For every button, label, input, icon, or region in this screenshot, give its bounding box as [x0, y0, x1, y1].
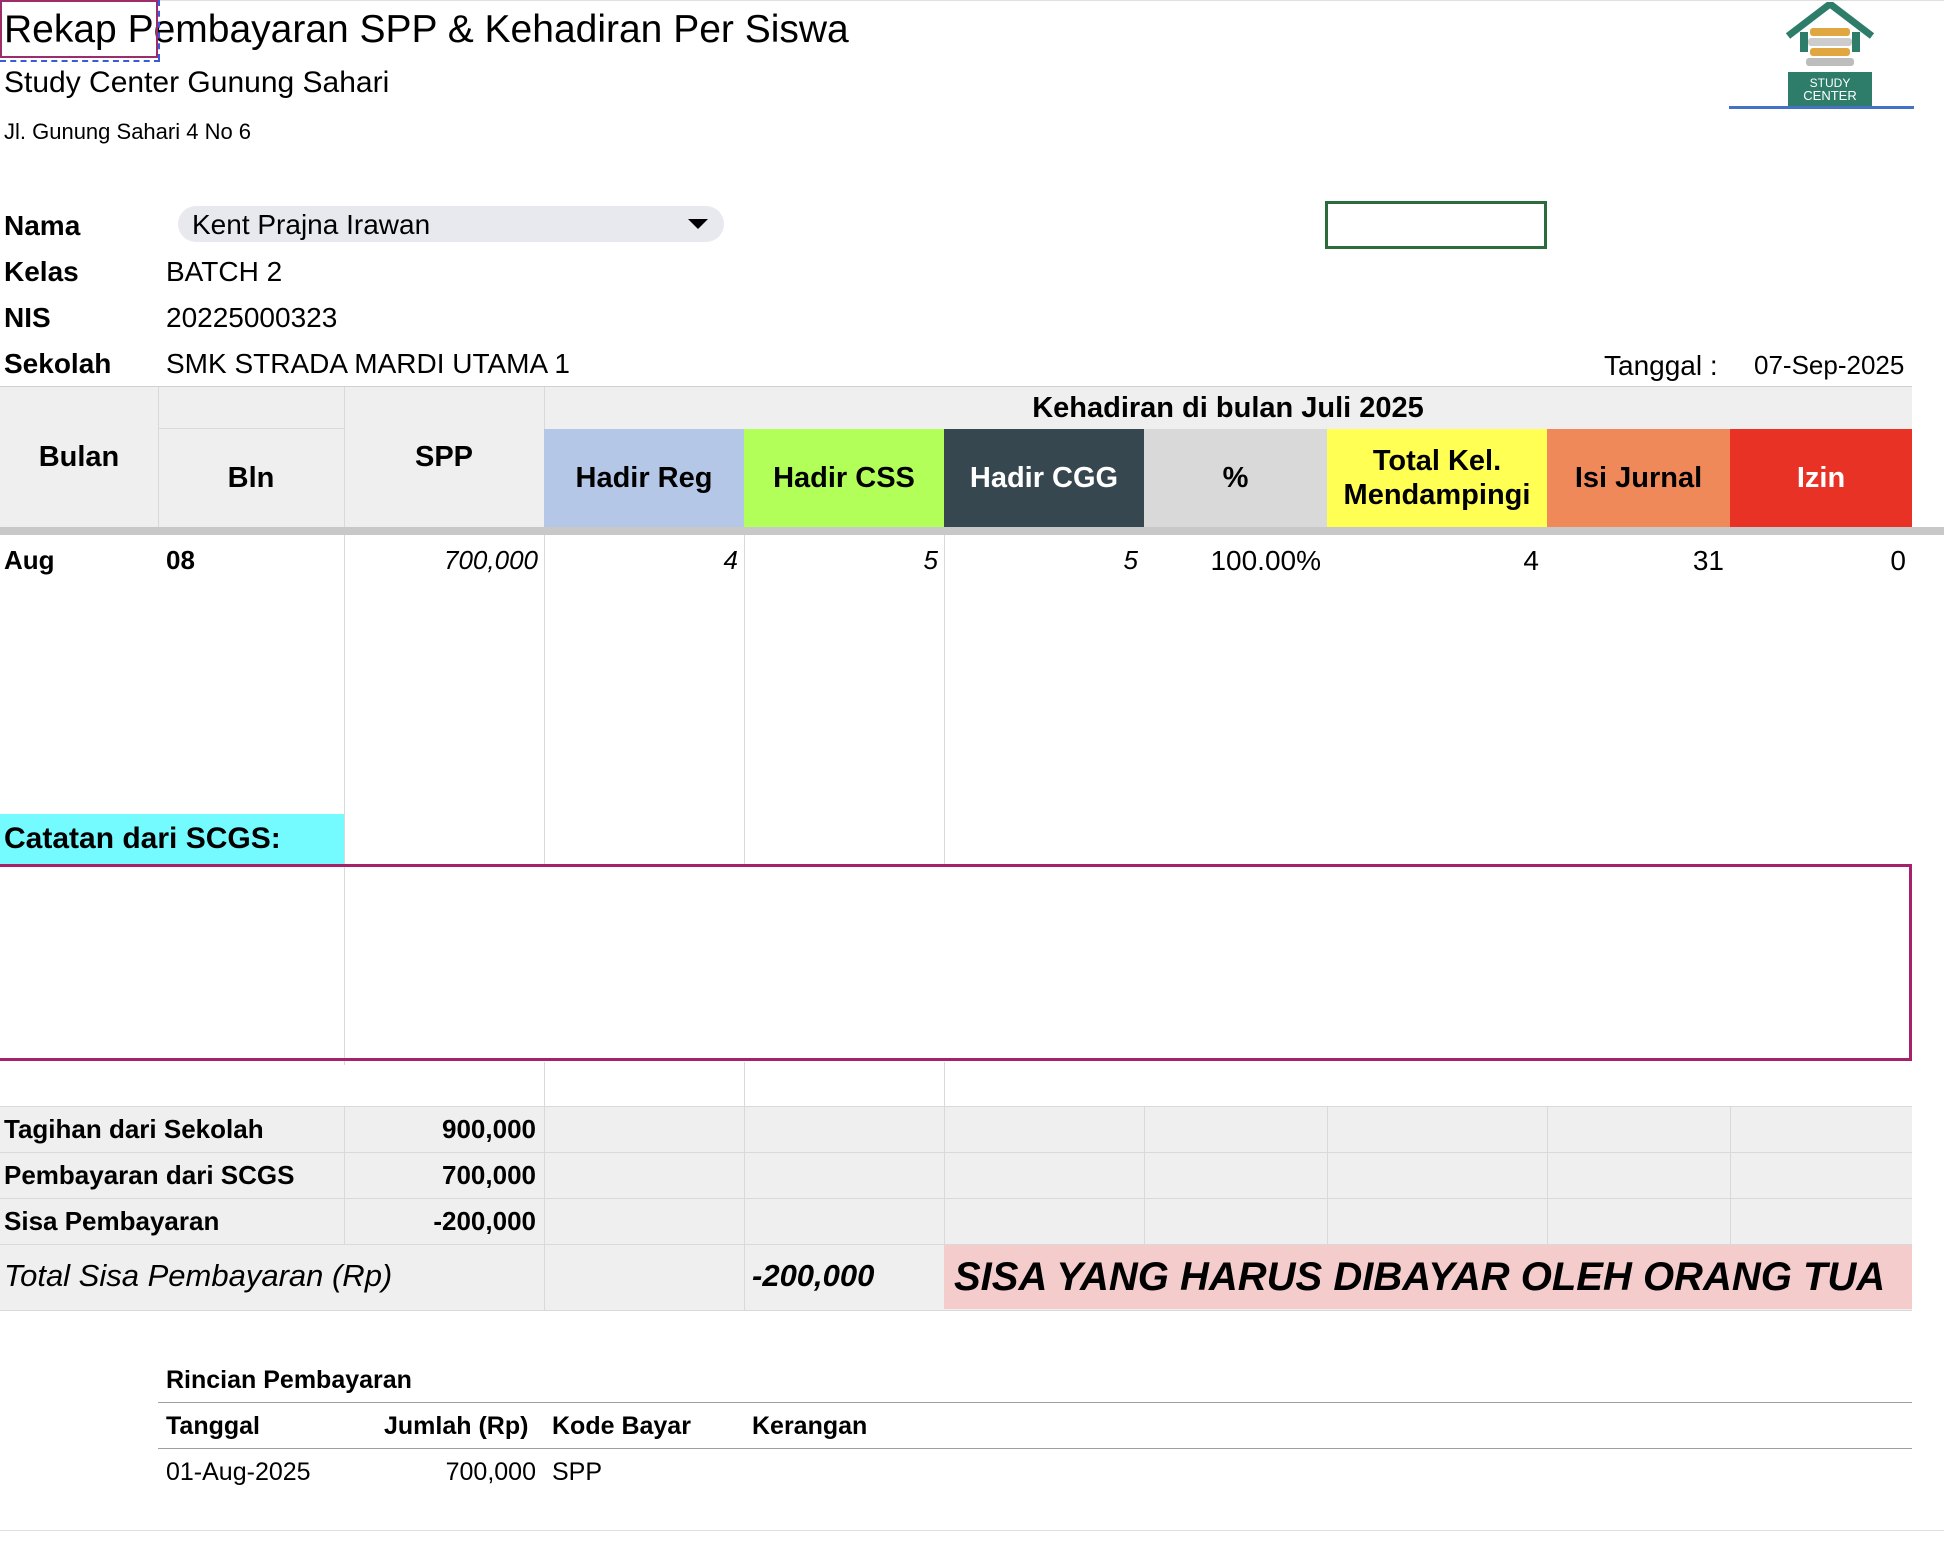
total-sisa-value[interactable]: -200,000 [752, 1258, 874, 1294]
student-name-value: Kent Prajna Irawan [192, 209, 431, 240]
header-bottom-border [0, 527, 1944, 535]
payments-title: Rincian Pembayaran [166, 1366, 412, 1394]
header-total-kel: Total Kel. Mendampingi [1327, 429, 1547, 527]
selected-cell-outline[interactable] [0, 0, 158, 58]
sheet-top-border [0, 0, 1944, 1]
payment-date[interactable]: 01-Aug-2025 [166, 1458, 311, 1487]
header-total-kel-line1: Total Kel. [1372, 445, 1502, 477]
student-nis: 20225000323 [166, 302, 338, 333]
payment-amount[interactable]: 700,000 [384, 1458, 536, 1487]
header-bln: Bln [227, 461, 275, 494]
col-divider-bottom-a [544, 1062, 545, 1107]
header-bulan: Bulan [38, 440, 120, 473]
divider [1547, 1106, 1548, 1244]
label-kelas: Kelas [4, 256, 79, 287]
notes-content [0, 867, 1909, 883]
cell-hadir-css[interactable]: 5 [744, 545, 938, 576]
label-nis: NIS [4, 302, 51, 333]
cell-izin[interactable]: 0 [1730, 545, 1906, 577]
address: Jl. Gunung Sahari 4 No 6 [4, 119, 252, 144]
payments-header-code: Kode Bayar [552, 1412, 691, 1440]
divider [544, 1106, 545, 1310]
payments-header-note: Kerangan [752, 1412, 868, 1440]
header-spp: SPP [414, 440, 474, 473]
cell-hadir-reg[interactable]: 4 [544, 545, 738, 576]
parent-payment-banner: SISA YANG HARUS DIBAYAR OLEH ORANG TUA [944, 1245, 1912, 1309]
student-school: SMK STRADA MARDI UTAMA 1 [166, 348, 570, 379]
selected-cell-dashed-right [158, 0, 162, 60]
header-hadir-css: Hadir CSS [744, 429, 944, 527]
divider [0, 1198, 1912, 1199]
logo-text-2: CENTER [1803, 88, 1857, 103]
sheet-bottom-border [0, 1530, 1944, 1531]
col-divider-reg [544, 535, 545, 865]
divider [0, 1106, 1912, 1107]
student-class: BATCH 2 [166, 256, 283, 287]
divider [158, 1448, 1912, 1449]
total-sisa-label: Total Sisa Pembayaran (Rp) [4, 1258, 393, 1293]
divider [0, 1152, 1912, 1153]
col-divider-bottom-c [944, 1062, 945, 1107]
divider [944, 1106, 945, 1244]
header-total-kel-line2: Mendampingi [1343, 479, 1531, 511]
col-divider-bottom-b [744, 1062, 745, 1107]
cell-total-kel[interactable]: 4 [1327, 545, 1539, 577]
label-nama: Nama [4, 210, 81, 241]
date-value: 07-Sep-2025 [1754, 350, 1905, 380]
header-hadir-reg: Hadir Reg [544, 429, 744, 527]
col-divider-cgg [944, 535, 945, 865]
payment-code[interactable]: SPP [552, 1458, 602, 1487]
study-center-logo: STUDY CENTER [1780, 0, 1880, 108]
date-label: Tanggal : [1604, 350, 1718, 381]
header-izin: Izin [1730, 429, 1912, 527]
empty-green-cell[interactable] [1325, 201, 1547, 249]
cell-spp[interactable]: 700,000 [344, 545, 538, 576]
header-hadir-cgg: Hadir CGG [944, 429, 1144, 527]
cell-bln[interactable]: 08 [166, 545, 195, 576]
divider [0, 1310, 1912, 1311]
header-percent: % [1144, 429, 1327, 527]
header-isi-jurnal: Isi Jurnal [1547, 429, 1730, 527]
divider [744, 1106, 745, 1310]
chevron-down-icon[interactable] [688, 219, 708, 229]
sisa-label: Sisa Pembayaran [4, 1206, 220, 1236]
payments-header-date: Tanggal [166, 1412, 260, 1440]
label-sekolah: Sekolah [4, 348, 112, 379]
pembayaran-value[interactable]: 700,000 [344, 1160, 536, 1191]
cell-percent[interactable]: 100.00% [1144, 545, 1321, 577]
selected-cell-dashed [0, 60, 160, 64]
header-group-title: Kehadiran di bulan Juli 2025 [1032, 391, 1424, 424]
cell-bulan[interactable]: Aug [4, 545, 55, 576]
divider [158, 1402, 1912, 1403]
logo-underline [1729, 106, 1914, 109]
divider [1730, 1106, 1731, 1244]
cell-hadir-cgg[interactable]: 5 [944, 545, 1138, 576]
notes-label: Catatan dari SCGS: [0, 814, 344, 864]
payments-header-amount: Jumlah (Rp) [384, 1412, 529, 1440]
sisa-value[interactable]: -200,000 [344, 1206, 536, 1237]
org-name: Study Center Gunung Sahari [4, 66, 390, 99]
tagihan-value[interactable]: 900,000 [344, 1114, 536, 1145]
pembayaran-label: Pembayaran dari SCGS [4, 1160, 295, 1190]
student-name-dropdown[interactable]: Kent Prajna Irawan [178, 206, 724, 242]
divider [1144, 1106, 1145, 1244]
divider [1327, 1106, 1328, 1244]
col-divider-css [744, 535, 745, 865]
cell-isi-jurnal[interactable]: 31 [1547, 545, 1724, 577]
tagihan-label: Tagihan dari Sekolah [4, 1114, 264, 1144]
notes-box[interactable] [0, 864, 1912, 1061]
